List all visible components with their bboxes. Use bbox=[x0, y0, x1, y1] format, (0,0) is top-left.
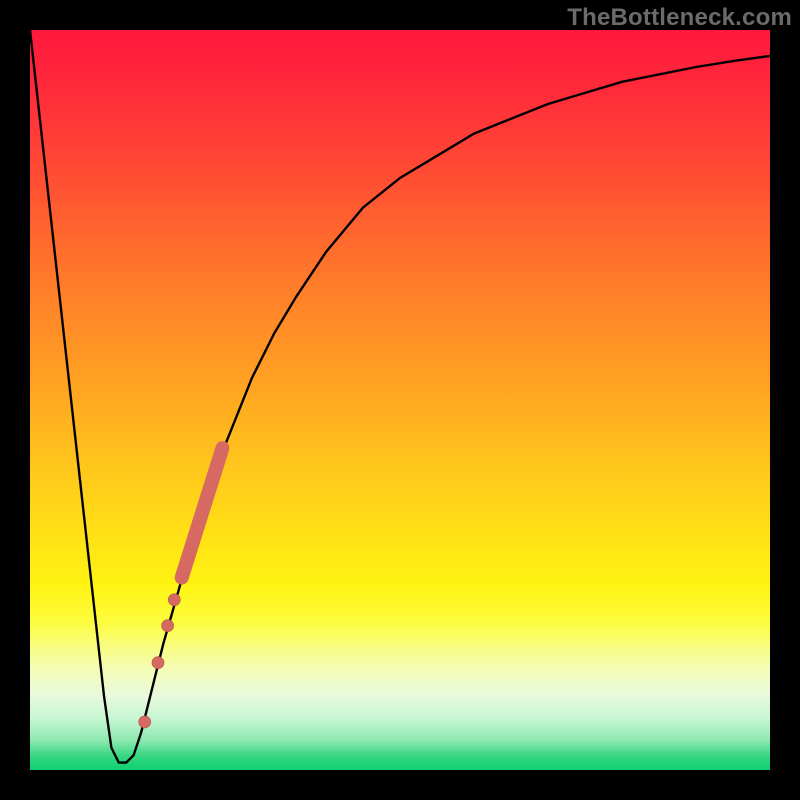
chart-container: TheBottleneck.com bbox=[0, 0, 800, 800]
marker-dot bbox=[168, 594, 180, 606]
marker-bar bbox=[182, 448, 223, 577]
marker-dot bbox=[162, 620, 174, 632]
bottleneck-curve bbox=[30, 30, 770, 763]
marker-dot bbox=[152, 657, 164, 669]
marker-dot bbox=[139, 716, 151, 728]
marker-group bbox=[139, 448, 223, 728]
chart-svg bbox=[0, 0, 800, 800]
